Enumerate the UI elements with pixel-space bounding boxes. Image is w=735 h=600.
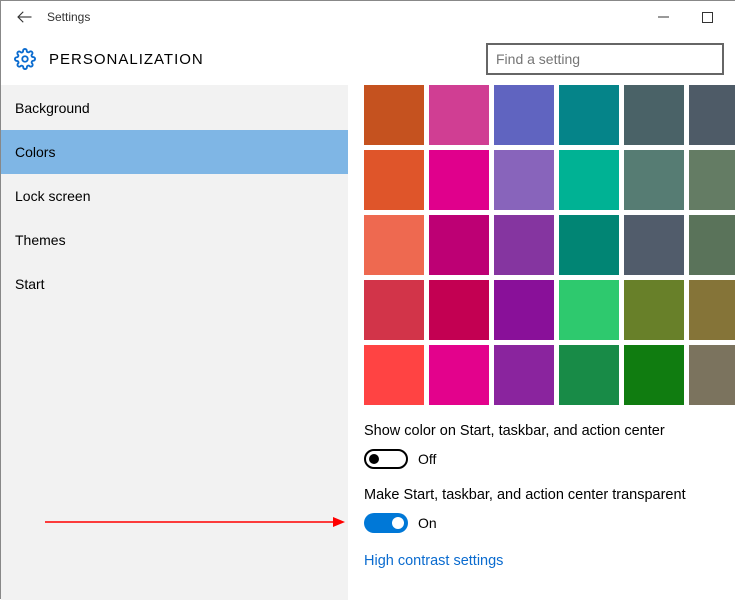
- content: Background Colors Lock screen Themes Start S…: [1, 85, 735, 600]
- sidebar-item-start[interactable]: Start: [1, 262, 348, 306]
- color-swatch[interactable]: [624, 85, 684, 145]
- minimize-button[interactable]: [641, 2, 685, 32]
- show-color-toggle-row: Off: [364, 449, 735, 469]
- main-pane: Show color on Start, taskbar, and action…: [348, 85, 735, 600]
- color-swatch[interactable]: [559, 150, 619, 210]
- sidebar-item-lock-screen[interactable]: Lock screen: [1, 174, 348, 218]
- color-swatch[interactable]: [494, 215, 554, 275]
- color-swatch[interactable]: [559, 215, 619, 275]
- color-swatch[interactable]: [689, 345, 735, 405]
- color-swatch[interactable]: [364, 150, 424, 210]
- sidebar-item-label: Themes: [15, 232, 66, 248]
- sidebar-item-label: Start: [15, 276, 45, 292]
- color-swatch[interactable]: [559, 85, 619, 145]
- color-swatch[interactable]: [494, 280, 554, 340]
- back-button[interactable]: [7, 2, 41, 32]
- color-swatch[interactable]: [689, 215, 735, 275]
- color-swatch[interactable]: [624, 345, 684, 405]
- sidebar-item-themes[interactable]: Themes: [1, 218, 348, 262]
- show-color-toggle[interactable]: [364, 449, 408, 469]
- color-swatch[interactable]: [559, 280, 619, 340]
- color-swatch[interactable]: [689, 280, 735, 340]
- color-swatch[interactable]: [559, 345, 619, 405]
- color-swatch[interactable]: [364, 280, 424, 340]
- transparent-toggle[interactable]: [364, 513, 408, 533]
- sidebar-item-colors[interactable]: Colors: [1, 130, 348, 174]
- color-swatch[interactable]: [494, 150, 554, 210]
- sidebar-item-label: Lock screen: [15, 188, 90, 204]
- color-swatch[interactable]: [494, 345, 554, 405]
- color-swatch[interactable]: [624, 280, 684, 340]
- color-swatch[interactable]: [624, 215, 684, 275]
- color-swatch[interactable]: [364, 345, 424, 405]
- color-swatch[interactable]: [364, 215, 424, 275]
- maximize-button[interactable]: [685, 2, 729, 32]
- search-box[interactable]: [486, 43, 724, 75]
- color-swatch[interactable]: [429, 280, 489, 340]
- window-title: Settings: [47, 10, 641, 24]
- search-input[interactable]: [496, 51, 714, 67]
- color-swatch[interactable]: [689, 150, 735, 210]
- transparent-toggle-state: On: [418, 515, 437, 531]
- sidebar-item-background[interactable]: Background: [1, 86, 348, 130]
- high-contrast-link[interactable]: High contrast settings: [364, 553, 503, 569]
- show-color-toggle-state: Off: [418, 451, 436, 467]
- transparent-toggle-row: On: [364, 513, 735, 533]
- color-swatch[interactable]: [689, 85, 735, 145]
- color-swatch[interactable]: [624, 150, 684, 210]
- transparent-label: Make Start, taskbar, and action center t…: [364, 487, 735, 503]
- color-swatch[interactable]: [494, 85, 554, 145]
- color-swatch[interactable]: [429, 345, 489, 405]
- color-swatch-grid: [364, 85, 735, 405]
- titlebar: Settings: [1, 1, 735, 33]
- sidebar: Background Colors Lock screen Themes Start: [1, 85, 348, 600]
- header: PERSONALIZATION: [1, 33, 735, 85]
- window-controls: [641, 2, 729, 32]
- color-swatch[interactable]: [364, 85, 424, 145]
- color-swatch[interactable]: [429, 215, 489, 275]
- page-title: PERSONALIZATION: [49, 51, 486, 68]
- sidebar-item-label: Colors: [15, 144, 55, 160]
- color-swatch[interactable]: [429, 85, 489, 145]
- gear-icon: [13, 47, 37, 71]
- show-color-label: Show color on Start, taskbar, and action…: [364, 423, 735, 439]
- color-swatch[interactable]: [429, 150, 489, 210]
- sidebar-item-label: Background: [15, 100, 90, 116]
